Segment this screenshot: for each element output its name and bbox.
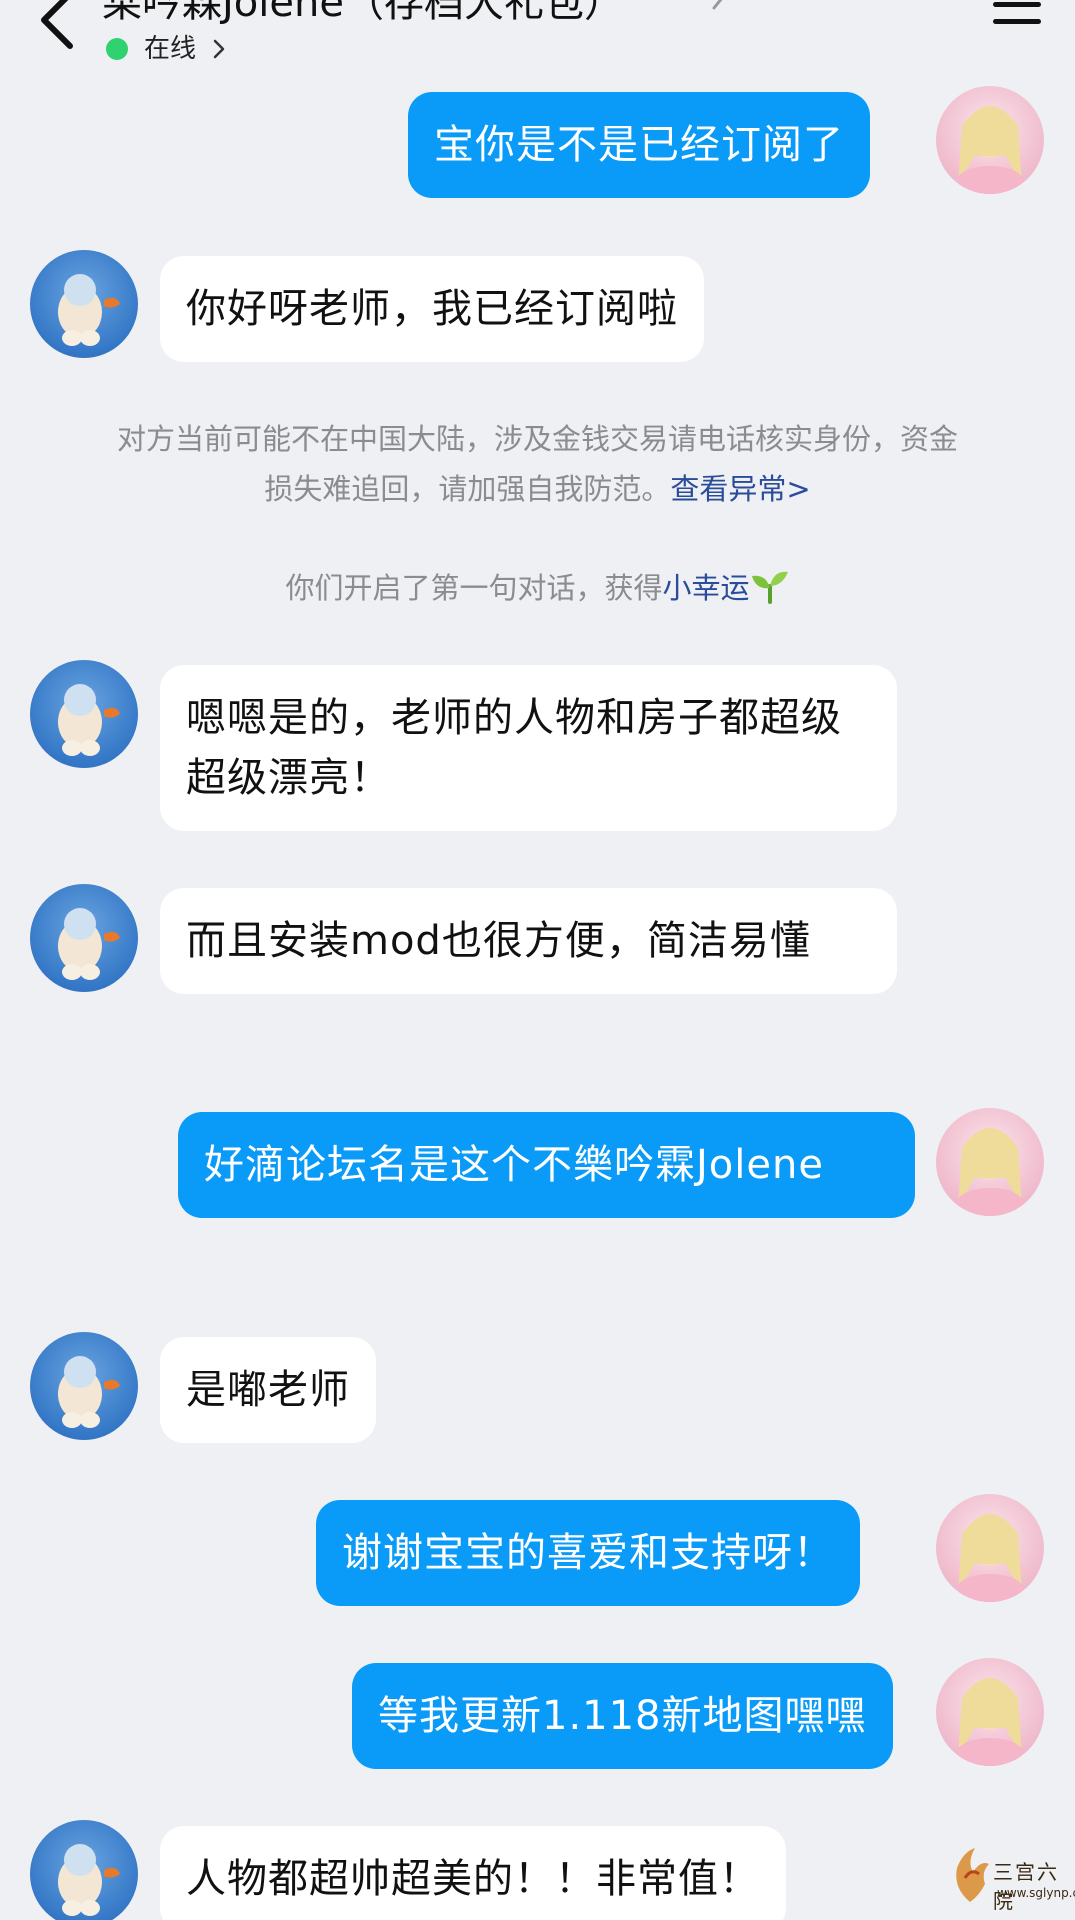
message-bubble[interactable]: 嗯嗯是的，老师的人物和房子都超级超级漂亮！: [160, 665, 897, 831]
chevron-right-icon: [213, 39, 225, 59]
first-chat-notice: 你们开启了第一句对话，获得小幸运: [60, 563, 1015, 613]
my-avatar[interactable]: [936, 1108, 1044, 1216]
warning-text: 对方当前可能不在中国大陆，涉及金钱交易请电话核实身份，资金: [116, 422, 958, 456]
my-avatar[interactable]: [936, 86, 1044, 194]
peer-avatar[interactable]: [30, 250, 138, 358]
online-dot-icon: [106, 38, 128, 60]
menu-icon: [993, 19, 1041, 24]
message-bubble[interactable]: 而且安装mod也很方便，简洁易懂: [160, 888, 897, 994]
watermark-url: www.sglynp.com: [997, 1886, 1075, 1900]
phoenix-logo-icon: [956, 1848, 989, 1902]
status-label: 在线: [144, 34, 197, 64]
menu-button[interactable]: [993, 2, 1045, 36]
peer-avatar[interactable]: [30, 1820, 138, 1920]
watermark-name: 三宫六院: [993, 1860, 1059, 1913]
edit-icon[interactable]: [708, 0, 738, 14]
peer-avatar[interactable]: [30, 884, 138, 992]
back-button[interactable]: [30, 0, 90, 56]
message-bubble[interactable]: 好滴论坛名是这个不樂吟霖Jolene: [178, 1112, 915, 1218]
view-anomaly-link[interactable]: 查看异常>: [670, 472, 810, 506]
online-status[interactable]: 在线: [106, 32, 226, 66]
message-bubble[interactable]: 宝你是不是已经订阅了: [408, 92, 870, 198]
site-watermark: 三宫六院 www.sglynp.com: [945, 1838, 1075, 1920]
message-bubble[interactable]: 谢谢宝宝的喜爱和支持呀！: [316, 1500, 860, 1606]
message-bubble[interactable]: 等我更新1.118新地图嘿嘿: [352, 1663, 893, 1769]
my-avatar[interactable]: [936, 1658, 1044, 1766]
security-warning: 对方当前可能不在中国大陆，涉及金钱交易请电话核实身份，资金 损失难追回，请加强自…: [60, 414, 1015, 514]
message-bubble[interactable]: 是嘟老师: [160, 1337, 376, 1443]
my-avatar[interactable]: [936, 1494, 1044, 1602]
peer-avatar[interactable]: [30, 1332, 138, 1440]
chat-title[interactable]: 桒吟森Jolene（存档大礼包）: [102, 0, 624, 28]
chat-header: 桒吟森Jolene（存档大礼包） 在线: [0, 0, 1075, 78]
first-chat-text: 你们开启了第一句对话，获得: [285, 571, 663, 605]
sprout-icon: [751, 571, 788, 604]
peer-avatar[interactable]: [30, 660, 138, 768]
warning-text: 损失难追回，请加强自我防范。: [264, 472, 671, 506]
lucky-link[interactable]: 小幸运: [663, 571, 750, 605]
message-bubble[interactable]: 你好呀老师，我已经订阅啦: [160, 256, 704, 362]
message-bubble[interactable]: 人物都超帅超美的！！非常值！: [160, 1826, 786, 1920]
back-arrow-icon: [41, 0, 73, 49]
menu-icon: [993, 2, 1041, 7]
